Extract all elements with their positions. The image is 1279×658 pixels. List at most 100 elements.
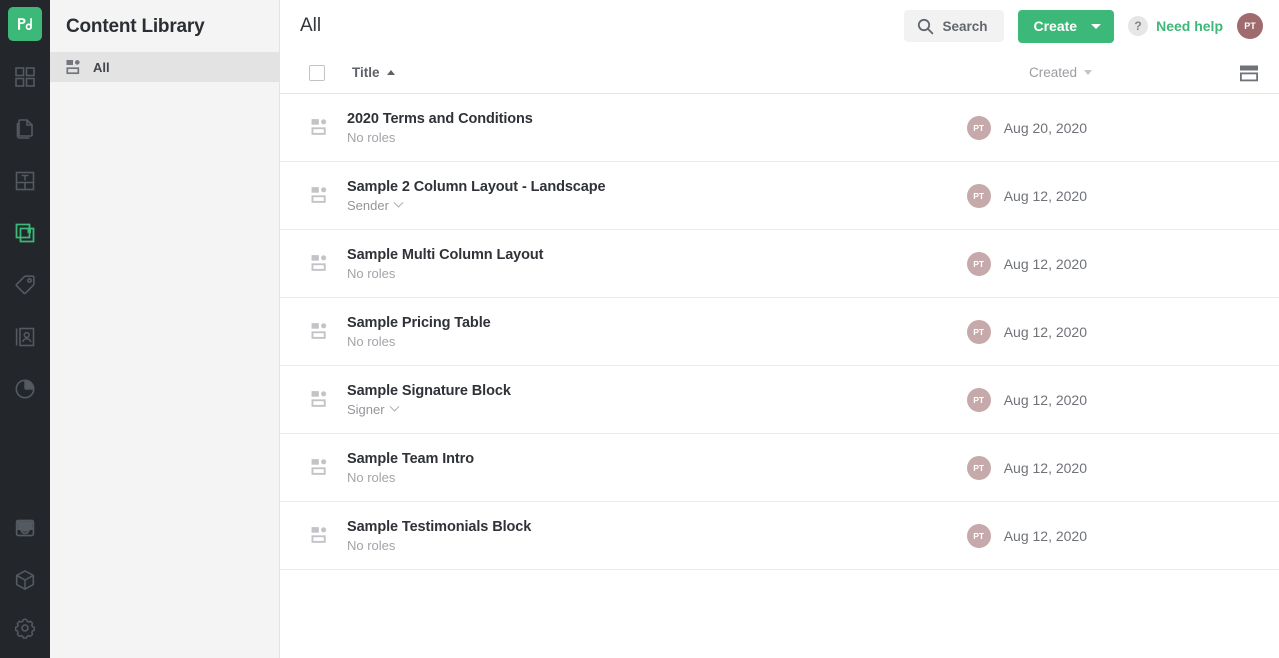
row-created-date: Aug 12, 2020 bbox=[1004, 256, 1087, 272]
content-block-icon bbox=[66, 59, 83, 76]
row-created-date: Aug 12, 2020 bbox=[1004, 324, 1087, 340]
rail-item-contacts[interactable] bbox=[0, 311, 50, 363]
content-block-icon bbox=[311, 118, 330, 137]
rail-item-inbox[interactable] bbox=[0, 502, 50, 554]
top-bar: All Search Create ? Need help bbox=[280, 0, 1279, 52]
rail-item-integrations[interactable] bbox=[0, 554, 50, 606]
content-block-icon bbox=[311, 322, 330, 341]
content-block-icon bbox=[311, 254, 330, 273]
table-row[interactable]: Sample 2 Column Layout - Landscape Sende… bbox=[280, 162, 1279, 230]
row-icon bbox=[309, 254, 331, 273]
content-library-sidebar: Content Library All bbox=[50, 0, 280, 658]
column-header-title-label: Title bbox=[352, 65, 380, 80]
documents-icon bbox=[13, 117, 37, 141]
sidebar-item-label: All bbox=[93, 60, 110, 75]
rail-item-pricing-catalog[interactable] bbox=[0, 259, 50, 311]
settings-gear-icon bbox=[13, 616, 37, 640]
row-main: Sample Testimonials Block No roles bbox=[347, 519, 531, 553]
app-root: Content Library All All Search bbox=[0, 0, 1279, 658]
row-avatar: PT bbox=[967, 252, 991, 276]
row-created-date: Aug 12, 2020 bbox=[1004, 188, 1087, 204]
row-title: Sample Signature Block bbox=[347, 383, 511, 399]
rail-item-documents[interactable] bbox=[0, 103, 50, 155]
need-help-button[interactable]: ? Need help bbox=[1128, 16, 1223, 36]
main-content: All Search Create ? Need help bbox=[280, 0, 1279, 658]
row-subtitle: No roles bbox=[347, 130, 533, 145]
search-button-label: Search bbox=[942, 19, 987, 34]
inbox-icon bbox=[13, 516, 37, 540]
row-created-date: Aug 20, 2020 bbox=[1004, 120, 1087, 136]
list-view-icon bbox=[1239, 64, 1259, 82]
rail-item-reports[interactable] bbox=[0, 363, 50, 415]
row-main: Sample Team Intro No roles bbox=[347, 451, 474, 485]
row-subtitle: No roles bbox=[347, 538, 531, 553]
top-bar-actions: Search Create ? Need help PT bbox=[904, 10, 1263, 43]
select-all-checkbox[interactable] bbox=[309, 65, 325, 81]
tag-pricing-icon bbox=[13, 273, 37, 297]
row-avatar: PT bbox=[967, 320, 991, 344]
row-icon bbox=[309, 186, 331, 205]
row-title: Sample Pricing Table bbox=[347, 315, 491, 331]
caret-down-icon bbox=[1091, 24, 1101, 29]
row-avatar: PT bbox=[967, 184, 991, 208]
content-rows: 2020 Terms and Conditions No roles PT Au… bbox=[280, 94, 1279, 658]
rail-item-templates[interactable] bbox=[0, 155, 50, 207]
create-button-label: Create bbox=[1034, 18, 1078, 34]
table-row[interactable]: Sample Multi Column Layout No roles PT A… bbox=[280, 230, 1279, 298]
search-icon bbox=[917, 18, 934, 35]
rail-item-settings[interactable] bbox=[0, 606, 50, 658]
sidebar-title: Content Library bbox=[50, 0, 279, 52]
row-avatar: PT bbox=[967, 524, 991, 548]
chevron-down-icon[interactable] bbox=[393, 197, 403, 207]
row-subtitle: Sender bbox=[347, 198, 605, 213]
row-title: 2020 Terms and Conditions bbox=[347, 111, 533, 127]
row-subtitle-label: No roles bbox=[347, 130, 395, 145]
sort-descending-icon bbox=[1084, 70, 1092, 75]
chevron-down-icon[interactable] bbox=[389, 401, 399, 411]
pd-monogram-icon bbox=[15, 14, 35, 34]
row-icon bbox=[309, 390, 331, 409]
table-row[interactable]: 2020 Terms and Conditions No roles PT Au… bbox=[280, 94, 1279, 162]
user-avatar[interactable]: PT bbox=[1237, 13, 1263, 39]
row-main: Sample Signature Block Signer bbox=[347, 383, 511, 417]
row-avatar: PT bbox=[967, 456, 991, 480]
sort-ascending-icon bbox=[387, 70, 395, 75]
table-row[interactable]: Sample Team Intro No roles PT Aug 12, 20… bbox=[280, 434, 1279, 502]
sidebar-item-all[interactable]: All bbox=[50, 52, 279, 82]
row-main: 2020 Terms and Conditions No roles bbox=[347, 111, 533, 145]
row-subtitle: Signer bbox=[347, 402, 511, 417]
row-created-date: Aug 12, 2020 bbox=[1004, 392, 1087, 408]
row-subtitle-label: Signer bbox=[347, 402, 385, 417]
rail-item-dashboard[interactable] bbox=[0, 51, 50, 103]
row-meta: PT Aug 12, 2020 bbox=[967, 388, 1259, 412]
table-row[interactable]: Sample Signature Block Signer PT Aug 12,… bbox=[280, 366, 1279, 434]
contacts-icon bbox=[13, 325, 37, 349]
column-header-created[interactable]: Created bbox=[1029, 65, 1092, 80]
pandadoc-logo[interactable] bbox=[8, 7, 42, 41]
row-main: Sample Multi Column Layout No roles bbox=[347, 247, 543, 281]
row-avatar: PT bbox=[967, 388, 991, 412]
row-icon bbox=[309, 322, 331, 341]
question-mark-icon: ? bbox=[1128, 16, 1148, 36]
dashboard-grid-icon bbox=[13, 65, 37, 89]
view-toggle-button[interactable] bbox=[1239, 64, 1259, 82]
row-subtitle-label: No roles bbox=[347, 334, 395, 349]
content-block-icon bbox=[311, 390, 330, 409]
search-button[interactable]: Search bbox=[904, 10, 1003, 42]
column-header-created-label: Created bbox=[1029, 65, 1077, 80]
row-title: Sample Multi Column Layout bbox=[347, 247, 543, 263]
row-meta: PT Aug 12, 2020 bbox=[967, 524, 1259, 548]
row-subtitle-label: No roles bbox=[347, 538, 395, 553]
table-row[interactable]: Sample Testimonials Block No roles PT Au… bbox=[280, 502, 1279, 570]
column-header-title[interactable]: Title bbox=[352, 65, 395, 80]
page-title: All bbox=[300, 15, 321, 37]
need-help-label: Need help bbox=[1156, 18, 1223, 34]
row-subtitle-label: Sender bbox=[347, 198, 389, 213]
rail-item-content-library[interactable] bbox=[0, 207, 50, 259]
create-button[interactable]: Create bbox=[1018, 10, 1115, 43]
table-row[interactable]: Sample Pricing Table No roles PT Aug 12,… bbox=[280, 298, 1279, 366]
row-main: Sample 2 Column Layout - Landscape Sende… bbox=[347, 179, 605, 213]
row-subtitle-label: No roles bbox=[347, 266, 395, 281]
content-library-icon bbox=[13, 221, 37, 245]
row-icon bbox=[309, 118, 331, 137]
